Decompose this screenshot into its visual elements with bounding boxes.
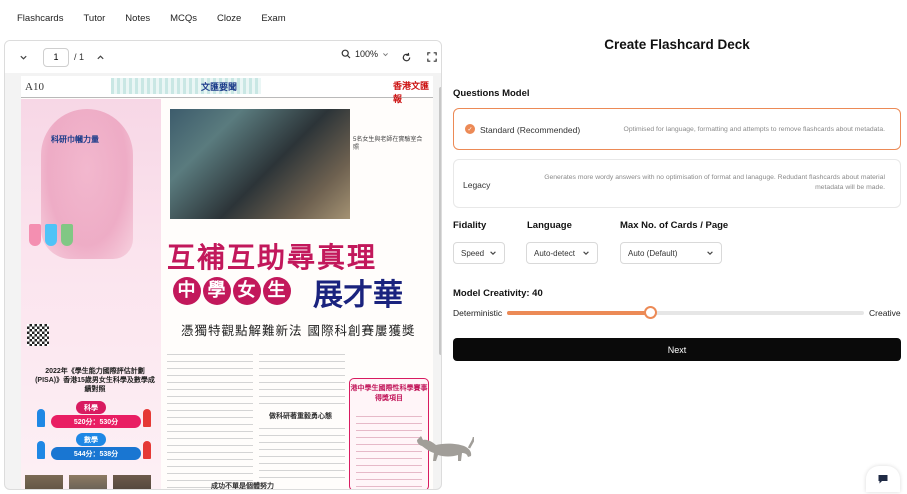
description-line: Generates more wordy answers with no opt… [544,174,885,181]
pdf-page: A10 文匯要聞 香港文匯報 科研巾幗力量 2022年《學生能力國際評估計劃(P… [21,76,433,490]
nav-cloze[interactable]: Cloze [217,13,241,24]
math-scores: 544分：538分 [51,447,141,460]
headline-line2: 展才華 [313,278,403,313]
header-band [111,78,261,94]
creativity-label: Model Creativity: 40 [453,288,543,299]
headline-char: 女 [233,277,261,305]
awards-box-title: 港中學生國際性科學賽事得獎項目 [350,385,428,402]
chat-icon [878,475,888,484]
zoom-control[interactable]: 100% [341,49,389,59]
newspaper-page-number: A10 [25,81,44,93]
portrait-photo [113,475,151,489]
flask-icon [45,224,57,246]
max-cards-select[interactable]: Auto (Default) [620,242,722,264]
chevron-down-icon [489,249,497,259]
model-option-description: Optimised for language, formatting and a… [623,126,885,133]
nav-exam[interactable]: Exam [261,13,285,24]
article-column [259,422,345,478]
pdf-viewer: / 1 100% A10 文匯要聞 香港文匯報 科研巾幗力量 [4,40,442,490]
chevron-down-icon [582,249,590,259]
awards-list [356,409,422,489]
slider-max-label: Creative [869,308,901,318]
science-label: 科學 [76,401,106,414]
top-nav: Flashcards Tutor Notes MCQs Cloze Exam [0,0,907,36]
nav-mcqs[interactable]: MCQs [170,13,197,24]
viewer-toolbar: / 1 100% [5,41,441,73]
rotate-icon[interactable] [398,49,414,65]
math-label: 數學 [76,433,106,446]
newspaper-section: 文匯要聞 [201,82,238,92]
photo-caption: 5名女生與老師在實驗室合照 [353,137,423,152]
newspaper-logo: 香港文匯報 [393,81,430,104]
nav-notes[interactable]: Notes [125,13,150,24]
model-option-label: Legacy [463,180,491,190]
language-label: Language [527,220,572,231]
zoom-level: 100% [355,49,379,59]
nav-flashcards[interactable]: Flashcards [17,13,63,24]
page-number-input[interactable] [43,47,69,67]
article-column [167,348,253,489]
model-option-legacy[interactable]: Legacy Generates more wordy answers with… [453,159,901,208]
female-icon [143,409,151,427]
page-title: Create Flashcard Deck [604,37,750,52]
model-option-standard[interactable]: ✓ Standard (Recommended) Optimised for l… [453,108,901,150]
slider-thumb[interactable] [643,306,657,319]
flask-icon [61,224,73,246]
viewer-scrollbar[interactable] [439,87,441,355]
female-icon [143,441,151,459]
headline-deck: 憑獨特觀點解難新法 國際科創賽屢獲獎 [181,323,416,338]
chevron-down-icon [383,52,388,56]
column-brand: 科研巾幗力量 [51,135,99,144]
headline-circled: 中學女生 [173,276,293,305]
slider-min-label: Deterministic [453,308,503,318]
qr-code [27,324,49,346]
check-icon: ✓ [465,124,475,134]
headline-char: 生 [263,277,291,305]
model-option-description: Generates more wordy answers with no opt… [515,173,885,193]
search-icon [341,49,351,59]
newspaper-header: A10 文匯要聞 香港文匯報 [21,76,433,104]
fullscreen-icon[interactable] [424,49,440,65]
next-button[interactable]: Next [453,338,901,361]
infographic-panel: 科研巾幗力量 2022年《學生能力國際評估計劃(PISA)》香港15歲男女生科學… [21,99,161,489]
fidelity-label: Fidality [453,220,487,231]
page-total: / 1 [74,52,85,62]
article-column [259,348,345,408]
portrait-photo [25,475,63,489]
chevron-down-icon[interactable] [15,49,31,65]
male-icon [37,441,45,459]
pisa-title: 2022年《學生能力國際評估計劃(PISA)》香港15歲男女生科學及數學成績對照 [35,368,155,394]
slider-fill [507,311,650,315]
nav-tutor[interactable]: Tutor [83,13,105,24]
model-option-label: Standard (Recommended) [480,125,581,135]
headline-char: 學 [203,277,231,305]
flask-icon [29,224,41,246]
language-select[interactable]: Auto-detect [526,242,598,264]
creativity-slider[interactable] [507,306,864,319]
fidelity-select[interactable]: Speed [453,242,505,264]
science-scores: 520分：530分 [51,415,141,428]
fidelity-value: Speed [461,248,485,258]
lab-photo [170,109,350,219]
max-cards-label: Max No. of Cards / Page [620,220,729,231]
sub-heading: 成功不單是個體努力 [211,483,274,490]
max-cards-value: Auto (Default) [628,248,678,258]
language-value: Auto-detect [534,248,575,258]
cat-illustration [417,436,474,461]
chevron-down-icon [706,249,714,259]
headline-char: 中 [173,277,201,305]
questions-model-label: Questions Model [453,88,530,99]
chat-launcher[interactable] [866,466,900,492]
chevron-up-icon[interactable] [92,49,108,65]
male-icon [37,409,45,427]
portrait-photo [69,475,107,489]
description-line: metadata will be made. [815,183,885,191]
